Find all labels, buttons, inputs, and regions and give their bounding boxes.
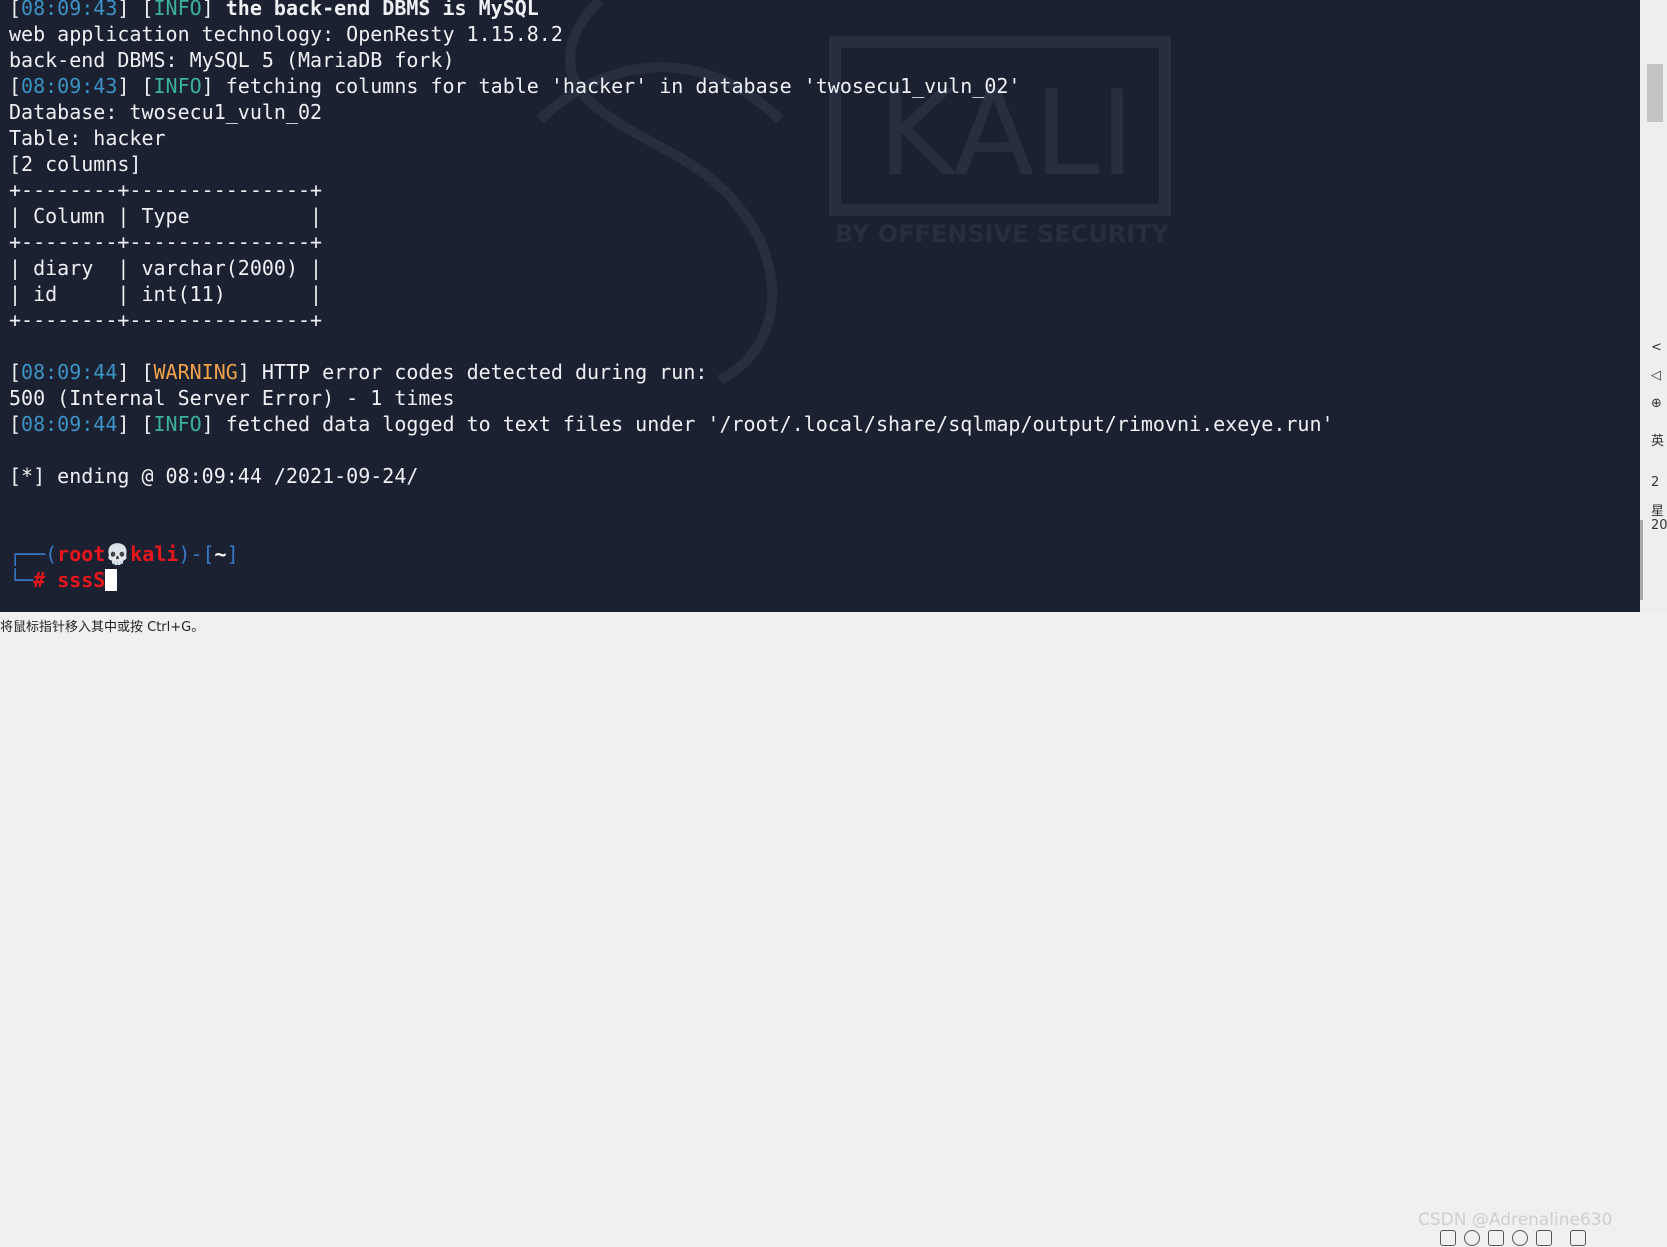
tray-icon-3[interactable] <box>1488 1230 1504 1246</box>
output-text: back-end DBMS: MySQL 5 (MariaDB fork) <box>9 48 455 72</box>
terminal-line: | Column | Type | <box>9 203 1334 229</box>
status-hint: 将鼠标指针移入其中或按 Ctrl+G。 <box>0 620 205 635</box>
side-panel-glyphs: < ◁ ⊕ 英 2 星202 <box>1651 340 1667 590</box>
log-level: WARNING <box>153 360 238 384</box>
side-glyph: 2 <box>1651 475 1660 490</box>
terminal-line: [2 columns] <box>9 151 1334 177</box>
prompt-host: kali <box>130 542 179 566</box>
terminal-line: back-end DBMS: MySQL 5 (MariaDB fork) <box>9 47 1334 73</box>
prompt-line: ┌──(root💀kali)-[~] <box>9 541 1334 567</box>
timestamp: 08:09:43 <box>21 74 118 98</box>
terminal-line: Database: twosecu1_vuln_02 <box>9 99 1334 125</box>
side-glyph: ◁ <box>1651 368 1661 383</box>
status-bar: 将鼠标指针移入其中或按 Ctrl+G。 CSDN @Adrenaline630 <box>0 612 1667 1246</box>
prompt-user: root <box>57 542 106 566</box>
terminal-line: [08:09:43] [INFO] the back-end DBMS is M… <box>9 0 1334 21</box>
bracket: ] [ <box>117 0 154 20</box>
terminal-line: | id | int(11) | <box>9 281 1334 307</box>
log-level: INFO <box>153 0 202 20</box>
timestamp: 08:09:43 <box>21 0 118 20</box>
output-text: | id | int(11) | <box>9 282 323 306</box>
tray-icon-5[interactable] <box>1536 1230 1552 1246</box>
terminal-line: [*] ending @ 08:09:44 /2021-09-24/ <box>9 463 1334 489</box>
output-text: Database: twosecu1_vuln_02 <box>9 100 323 124</box>
side-glyph: ⊕ <box>1651 396 1662 411</box>
side-glyph: < <box>1651 340 1662 355</box>
log-message: fetching columns for table 'hacker' in d… <box>213 74 1021 98</box>
log-message: the back-end DBMS is MySQL <box>213 0 539 20</box>
bracket: ] [ <box>117 74 154 98</box>
prompt-corner: └─ <box>9 568 34 592</box>
prompt-corner: ┌──( <box>9 542 58 566</box>
terminal-line: Table: hacker <box>9 125 1334 151</box>
side-glyph: 星 <box>1651 504 1665 519</box>
scrollbar-edge <box>1640 520 1643 600</box>
output-text: +--------+---------------+ <box>9 178 323 202</box>
terminal-line: +--------+---------------+ <box>9 307 1334 333</box>
terminal-line: 500 (Internal Server Error) - 1 times <box>9 385 1334 411</box>
terminal-line: [08:09:44] [WARNING] HTTP error codes de… <box>9 359 1334 385</box>
bracket: ] <box>201 0 214 20</box>
timestamp: 08:09:44 <box>21 412 118 436</box>
terminal-line: [08:09:44] [INFO] fetched data logged to… <box>9 411 1334 437</box>
output-text: | diary | varchar(2000) | <box>9 256 323 280</box>
terminal-window[interactable]: KALI BY OFFENSIVE SECURITY [08:09:43] [I… <box>0 0 1640 612</box>
bracket: [ <box>9 412 22 436</box>
log-level: INFO <box>153 74 202 98</box>
output-text: web application technology: OpenResty 1.… <box>9 22 563 46</box>
terminal-line: +--------+---------------+ <box>9 177 1334 203</box>
prompt-dir: ~ <box>214 542 227 566</box>
bracket: [ <box>9 74 22 98</box>
log-message: HTTP error codes detected during run: <box>249 360 708 384</box>
terminal-line: | diary | varchar(2000) | <box>9 255 1334 281</box>
terminal-line: [08:09:43] [INFO] fetching columns for t… <box>9 73 1334 99</box>
output-text: 500 (Internal Server Error) - 1 times <box>9 386 455 410</box>
tray-icon-2[interactable] <box>1464 1230 1480 1246</box>
output-text: | Column | Type | <box>9 204 323 228</box>
bracket: ] <box>237 360 250 384</box>
timestamp: 08:09:44 <box>21 360 118 384</box>
log-level: INFO <box>153 412 202 436</box>
terminal-line: web application technology: OpenResty 1.… <box>9 21 1334 47</box>
tray-icon-6[interactable] <box>1570 1230 1586 1246</box>
output-text: [2 columns] <box>9 152 142 176</box>
bracket: [ <box>9 360 22 384</box>
text-cursor <box>105 569 118 591</box>
log-message: fetched data logged to text files under … <box>213 412 1334 436</box>
output-text: +--------+---------------+ <box>9 230 323 254</box>
prompt-hash: # <box>33 568 58 592</box>
skull-icon: 💀 <box>105 542 131 566</box>
command-line[interactable]: └─# sssS <box>9 567 1334 593</box>
bracket: ] [ <box>117 412 154 436</box>
prompt-sep: )-[ <box>178 542 215 566</box>
csdn-watermark: CSDN @Adrenaline630 <box>1418 1210 1613 1230</box>
terminal-line: +--------+---------------+ <box>9 229 1334 255</box>
output-text: +--------+---------------+ <box>9 308 323 332</box>
tray-icon-1[interactable] <box>1440 1230 1456 1246</box>
terminal-output: [08:09:43] [INFO] the back-end DBMS is M… <box>9 0 1334 593</box>
command-input: sssS <box>57 568 106 592</box>
side-glyph: 英 <box>1651 434 1665 449</box>
side-glyph: 202 <box>1651 518 1667 533</box>
scrollbar-thumb[interactable] <box>1647 64 1663 122</box>
bracket: ] <box>201 74 214 98</box>
prompt-end: ] <box>226 542 239 566</box>
output-text: [*] ending @ 08:09:44 /2021-09-24/ <box>9 464 419 488</box>
bracket: ] <box>201 412 214 436</box>
bracket: [ <box>9 0 22 20</box>
output-text: Table: hacker <box>9 126 166 150</box>
tray-icon-4[interactable] <box>1512 1230 1528 1246</box>
bracket: ] [ <box>117 360 154 384</box>
